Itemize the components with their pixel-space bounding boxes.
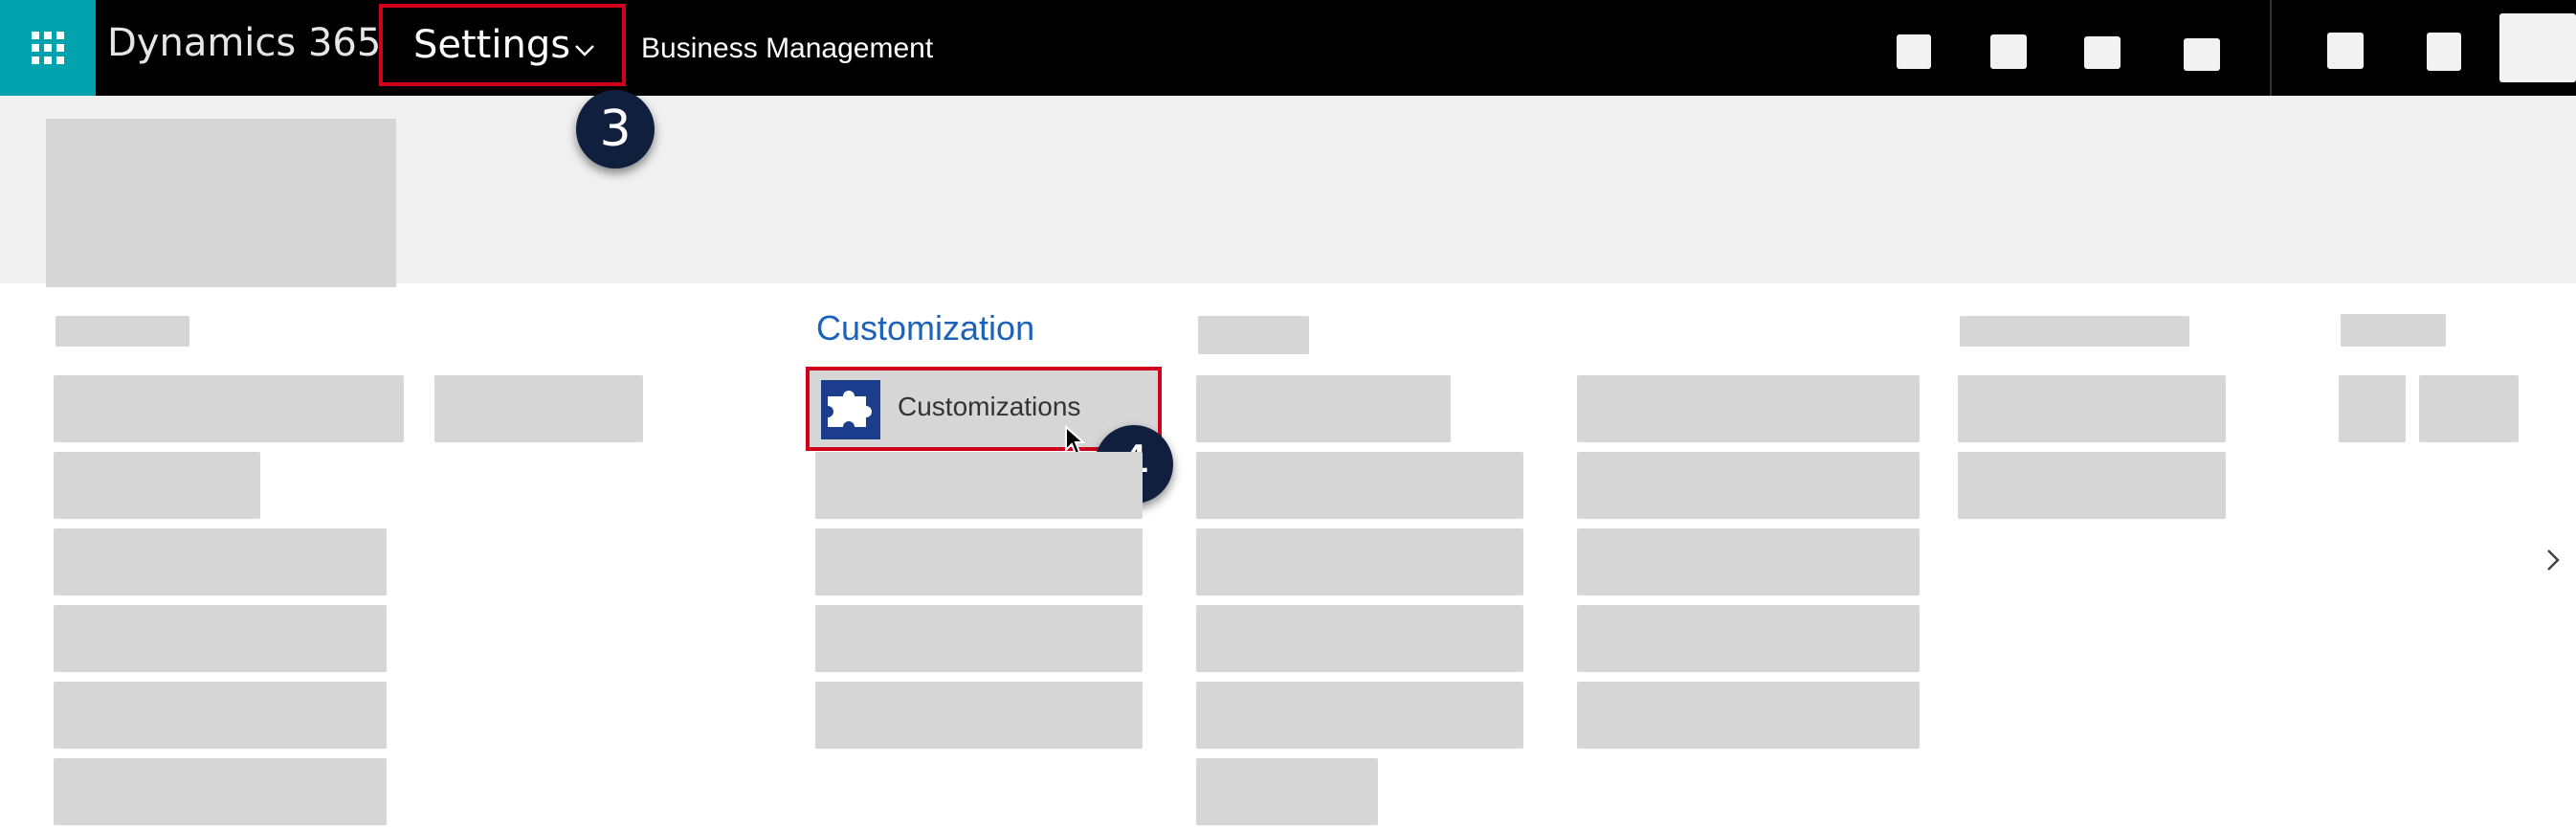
chevron-right-icon[interactable]	[2545, 548, 2561, 573]
menu-item-placeholder[interactable]	[54, 452, 260, 519]
menu-item-placeholder[interactable]	[1577, 375, 1920, 442]
group-title-placeholder	[2341, 314, 2446, 347]
menu-item-placeholder[interactable]	[1196, 605, 1523, 672]
settings-label: Settings	[413, 23, 571, 67]
puzzle-icon	[821, 380, 880, 439]
menu-item-placeholder[interactable]	[815, 682, 1143, 749]
step-badge-3: 3	[576, 90, 655, 168]
menu-item-placeholder[interactable]	[1196, 528, 1523, 595]
menu-item-placeholder[interactable]	[54, 528, 387, 595]
app-title[interactable]: Dynamics 365	[107, 21, 381, 65]
group-title-placeholder	[56, 316, 189, 347]
group-title-placeholder	[1960, 316, 2189, 347]
breadcrumb[interactable]: Business Management	[641, 33, 933, 65]
menu-item-placeholder[interactable]	[1196, 682, 1523, 749]
nav-icon-5[interactable]	[2327, 33, 2364, 69]
nav-icon-4[interactable]	[2184, 38, 2220, 71]
command-ribbon	[0, 96, 2576, 287]
menu-item-placeholder[interactable]	[2419, 375, 2519, 442]
nav-icon-6[interactable]	[2427, 33, 2461, 71]
menu-item-placeholder[interactable]	[54, 682, 387, 749]
user-avatar[interactable]	[2499, 13, 2576, 82]
nav-icon-2[interactable]	[1990, 34, 2027, 69]
menu-item-placeholder[interactable]	[1196, 452, 1523, 519]
menu-item-placeholder[interactable]	[1577, 452, 1920, 519]
menu-item-placeholder[interactable]	[1958, 375, 2226, 442]
menu-item-placeholder[interactable]	[54, 605, 387, 672]
section-title-customization: Customization	[816, 308, 1035, 348]
app-launcher-button[interactable]	[0, 0, 96, 96]
menu-item-placeholder[interactable]	[434, 375, 643, 442]
waffle-icon	[32, 32, 64, 64]
menu-item-placeholder[interactable]	[815, 452, 1143, 519]
menu-item-placeholder[interactable]	[54, 758, 387, 825]
menu-item-placeholder[interactable]	[1196, 375, 1451, 442]
menu-item-placeholder[interactable]	[1958, 452, 2226, 519]
customizations-label: Customizations	[898, 392, 1081, 421]
ribbon-placeholder	[46, 119, 396, 287]
menu-item-placeholder[interactable]	[1577, 605, 1920, 672]
menu-item-placeholder[interactable]	[54, 375, 404, 442]
nav-divider	[2270, 0, 2272, 96]
menu-item-placeholder[interactable]	[1577, 528, 1920, 595]
menu-item-placeholder[interactable]	[1577, 682, 1920, 749]
group-title-placeholder	[1198, 316, 1309, 354]
top-navigation-bar: Dynamics 365 Settings Business Managemen…	[0, 0, 2576, 96]
chevron-down-icon	[575, 45, 594, 56]
menu-item-placeholder[interactable]	[815, 605, 1143, 672]
nav-icon-3[interactable]	[2084, 36, 2121, 69]
menu-item-placeholder[interactable]	[2339, 375, 2406, 442]
menu-item-placeholder[interactable]	[815, 528, 1143, 595]
menu-item-placeholder[interactable]	[1196, 758, 1378, 825]
settings-menu-button[interactable]: Settings	[379, 4, 626, 86]
nav-icon-1[interactable]	[1897, 34, 1931, 69]
